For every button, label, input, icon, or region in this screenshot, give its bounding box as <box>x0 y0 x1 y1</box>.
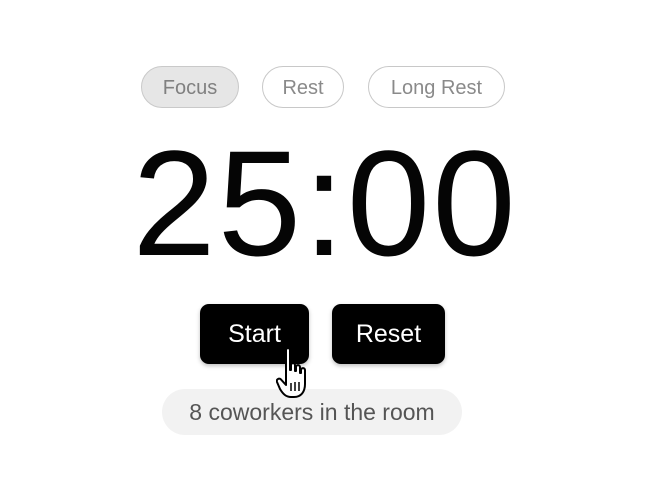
timer-display: 25:00 <box>132 119 518 287</box>
start-button[interactable]: Start <box>200 304 309 364</box>
tab-focus[interactable]: Focus <box>141 66 239 108</box>
mode-tabs: Focus Rest Long Rest <box>0 66 650 110</box>
tab-long-rest[interactable]: Long Rest <box>368 66 505 108</box>
room-status-badge: 8 coworkers in the room <box>162 389 462 435</box>
reset-button[interactable]: Reset <box>332 304 445 364</box>
tab-rest[interactable]: Rest <box>262 66 344 108</box>
